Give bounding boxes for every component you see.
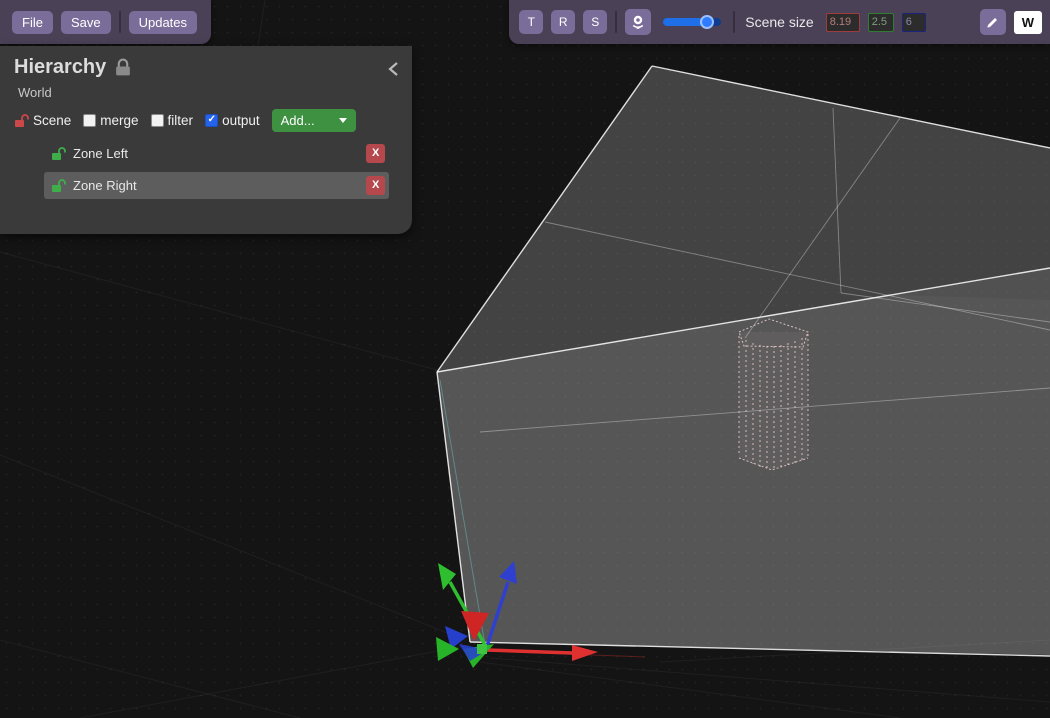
chevron-down-icon — [339, 118, 347, 123]
chevron-left-icon — [386, 60, 402, 78]
toolbar-separator — [119, 11, 121, 33]
point-cloud-object[interactable] — [739, 319, 808, 470]
toolbar-left: File Save Updates — [0, 0, 211, 44]
toolbar-separator — [615, 11, 617, 33]
zone-label: Zone Right — [73, 178, 137, 193]
delete-zone-button[interactable]: X — [366, 144, 385, 163]
zone-label: Zone Left — [73, 146, 128, 161]
pencil-icon — [985, 15, 1000, 30]
filter-label: filter — [168, 113, 194, 128]
lock-icon[interactable] — [114, 58, 132, 77]
scene-size-label: Scene size — [745, 14, 813, 30]
add-dropdown[interactable]: Add... — [272, 109, 356, 132]
camera-button[interactable] — [625, 9, 651, 35]
edit-button[interactable] — [980, 9, 1006, 35]
slider-knob[interactable] — [700, 15, 714, 29]
zoom-slider[interactable] — [663, 18, 721, 26]
scene-controls-row: Scene merge filter output Add... — [14, 109, 398, 132]
camera-icon — [630, 14, 646, 30]
delete-zone-button[interactable]: X — [366, 176, 385, 195]
add-dropdown-value: Add... — [281, 113, 315, 128]
translate-mode-button[interactable]: T — [519, 10, 543, 34]
file-button[interactable]: File — [12, 11, 53, 34]
unlock-icon[interactable] — [14, 114, 29, 128]
toolbar-right: T R S Scene size — [509, 0, 1050, 44]
scene-label: Scene — [33, 113, 71, 128]
merge-label: merge — [100, 113, 138, 128]
zone-list: Zone Left X Zone Right X — [14, 140, 398, 199]
save-button[interactable]: Save — [61, 11, 111, 34]
output-checkbox[interactable] — [205, 114, 218, 127]
world-mode-button[interactable]: W — [1014, 11, 1042, 34]
scale-mode-button[interactable]: S — [583, 10, 607, 34]
updates-button[interactable]: Updates — [129, 11, 197, 34]
output-label: output — [222, 113, 260, 128]
rotate-mode-button[interactable]: R — [551, 10, 575, 34]
slider-fill — [663, 18, 705, 26]
list-item-zone-right[interactable]: Zone Right X — [44, 172, 389, 199]
app-window: File Save Updates T R S Scene size — [0, 0, 1050, 718]
collapse-panel-button[interactable] — [384, 58, 404, 80]
scene-size-y-input[interactable] — [868, 13, 894, 32]
toolbar-separator — [733, 11, 735, 33]
scene-box-inner-shade — [833, 108, 1050, 300]
merge-checkbox[interactable] — [83, 114, 96, 127]
panel-title: Hierarchy — [14, 56, 106, 79]
list-item-zone-left[interactable]: Zone Left X — [44, 140, 389, 167]
unlock-icon[interactable] — [51, 179, 66, 193]
hierarchy-panel: Hierarchy World Scene merge filter — [0, 46, 412, 234]
unlock-icon[interactable] — [51, 147, 66, 161]
filter-checkbox[interactable] — [151, 114, 164, 127]
world-root-label: World — [18, 85, 398, 100]
scene-size-z-input[interactable] — [902, 13, 926, 32]
scene-size-x-input[interactable] — [826, 13, 860, 32]
